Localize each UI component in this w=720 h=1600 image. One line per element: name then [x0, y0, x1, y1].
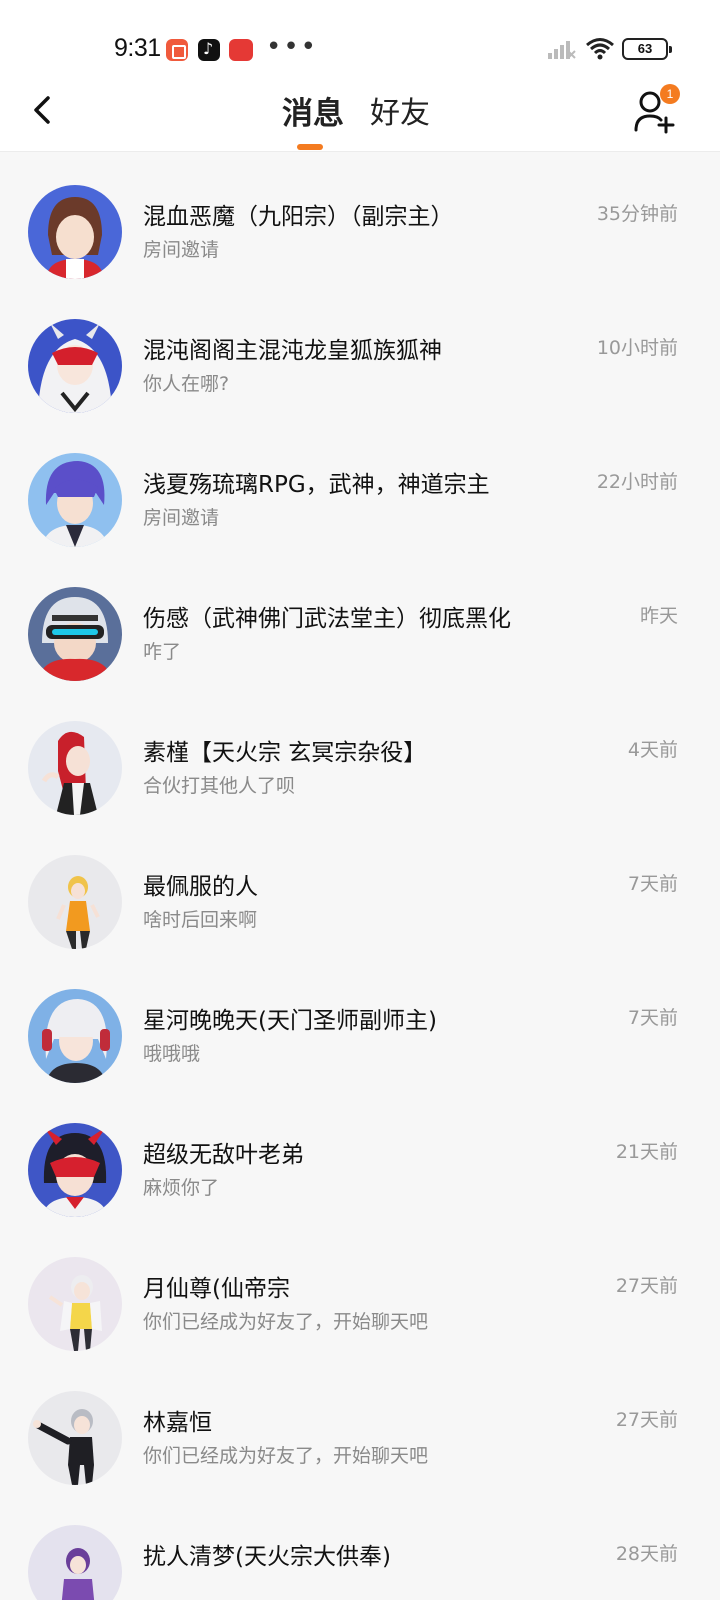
conversation-preview: 房间邀请	[143, 239, 220, 261]
conversation-preview: 房间邀请	[143, 507, 220, 529]
avatar	[28, 1525, 122, 1600]
conversation-row[interactable]: 林嘉恒 你们已经成为好友了，开始聊天吧 27天前	[0, 1359, 720, 1495]
avatar	[28, 855, 122, 949]
app-badge-icon	[229, 39, 253, 61]
back-arrow-icon[interactable]	[24, 90, 64, 130]
signal-icon	[548, 41, 576, 59]
conversation-time: 昨天	[639, 605, 678, 627]
conversation-name: 混血恶魔（九阳宗）（副宗主）	[143, 204, 454, 230]
notification-badge: 1	[660, 84, 680, 104]
more-notifications-icon: •••	[266, 32, 319, 62]
conversation-name: 伤感（武神佛门武法堂主）彻底黑化	[143, 606, 511, 632]
conversation-preview: 哦哦哦	[143, 1043, 201, 1065]
avatar	[28, 1391, 122, 1485]
avatar	[28, 1123, 122, 1217]
conversation-preview: 你们已经成为好友了，开始聊天吧	[143, 1311, 429, 1333]
avatar	[28, 1257, 122, 1351]
tab-friends[interactable]: 好友	[370, 88, 430, 132]
conversation-time: 7天前	[627, 873, 678, 895]
avatar	[28, 721, 122, 815]
conversation-row[interactable]: 浅夏殇琉璃RPG，武神，神道宗主 房间邀请 22小时前	[0, 421, 720, 557]
conversation-name: 林嘉恒	[143, 1410, 212, 1436]
conversation-name: 素槿【天火宗 玄冥宗杂役】	[143, 740, 427, 766]
active-tab-indicator	[297, 144, 323, 150]
tab-messages[interactable]: 消息	[282, 88, 344, 133]
conversation-name: 扰人清梦(天火宗大供奉)	[143, 1544, 391, 1570]
conversation-row[interactable]: 素槿【天火宗 玄冥宗杂役】 合伙打其他人了呗 4天前	[0, 689, 720, 825]
conversation-row[interactable]: 星河晚晚天(天门圣师副师主) 哦哦哦 7天前	[0, 957, 720, 1093]
conversation-name: 星河晚晚天(天门圣师副师主)	[143, 1008, 437, 1034]
conversation-name: 浅夏殇琉璃RPG，武神，神道宗主	[143, 472, 490, 498]
avatar	[28, 587, 122, 681]
avatar	[28, 319, 122, 413]
avatar	[28, 989, 122, 1083]
conversation-name: 月仙尊(仙帝宗	[143, 1276, 290, 1302]
conversation-name: 超级无敌叶老弟	[143, 1142, 304, 1168]
battery-icon: 63	[622, 38, 672, 60]
conversation-row[interactable]: 月仙尊(仙帝宗 你们已经成为好友了，开始聊天吧 27天前	[0, 1225, 720, 1361]
conversation-row[interactable]: 扰人清梦(天火宗大供奉) 28天前	[0, 1493, 720, 1600]
app-notification-icon	[166, 39, 188, 61]
tiktok-icon	[198, 39, 220, 61]
conversation-time: 27天前	[615, 1409, 678, 1431]
avatar	[28, 453, 122, 547]
conversation-time: 10小时前	[596, 337, 678, 359]
conversation-preview: 啥时后回来啊	[143, 909, 258, 931]
status-bar: 9:31 ••• 63	[0, 0, 720, 80]
conversation-row[interactable]: 混血恶魔（九阳宗）（副宗主） 房间邀请 35分钟前	[0, 153, 720, 289]
avatar	[28, 185, 122, 279]
conversation-row[interactable]: 伤感（武神佛门武法堂主）彻底黑化 咋了 昨天	[0, 555, 720, 691]
conversation-name: 最佩服的人	[143, 874, 258, 900]
header: 消息 好友 1	[0, 80, 720, 152]
conversation-name: 混沌阁阁主混沌龙皇狐族狐神	[143, 338, 442, 364]
conversation-time: 27天前	[615, 1275, 678, 1297]
app-screen: 9:31 ••• 63 消息 好友 1	[0, 0, 720, 1600]
wifi-icon	[586, 38, 614, 60]
conversation-row[interactable]: 最佩服的人 啥时后回来啊 7天前	[0, 823, 720, 959]
conversation-preview: 你们已经成为好友了，开始聊天吧	[143, 1445, 429, 1467]
conversation-preview: 你人在哪?	[143, 373, 230, 395]
conversation-preview: 麻烦你了	[143, 1177, 220, 1199]
conversation-time: 4天前	[627, 739, 678, 761]
conversation-time: 35分钟前	[596, 203, 678, 225]
conversation-time: 28天前	[615, 1543, 678, 1565]
conversation-preview: 咋了	[143, 641, 182, 663]
conversation-row[interactable]: 混沌阁阁主混沌龙皇狐族狐神 你人在哪? 10小时前	[0, 287, 720, 423]
conversation-time: 7天前	[627, 1007, 678, 1029]
conversation-preview: 合伙打其他人了呗	[143, 775, 296, 797]
conversation-time: 21天前	[615, 1141, 678, 1163]
status-time: 9:31	[114, 34, 161, 62]
conversation-time: 22小时前	[596, 471, 678, 493]
conversation-row[interactable]: 超级无敌叶老弟 麻烦你了 21天前	[0, 1091, 720, 1227]
